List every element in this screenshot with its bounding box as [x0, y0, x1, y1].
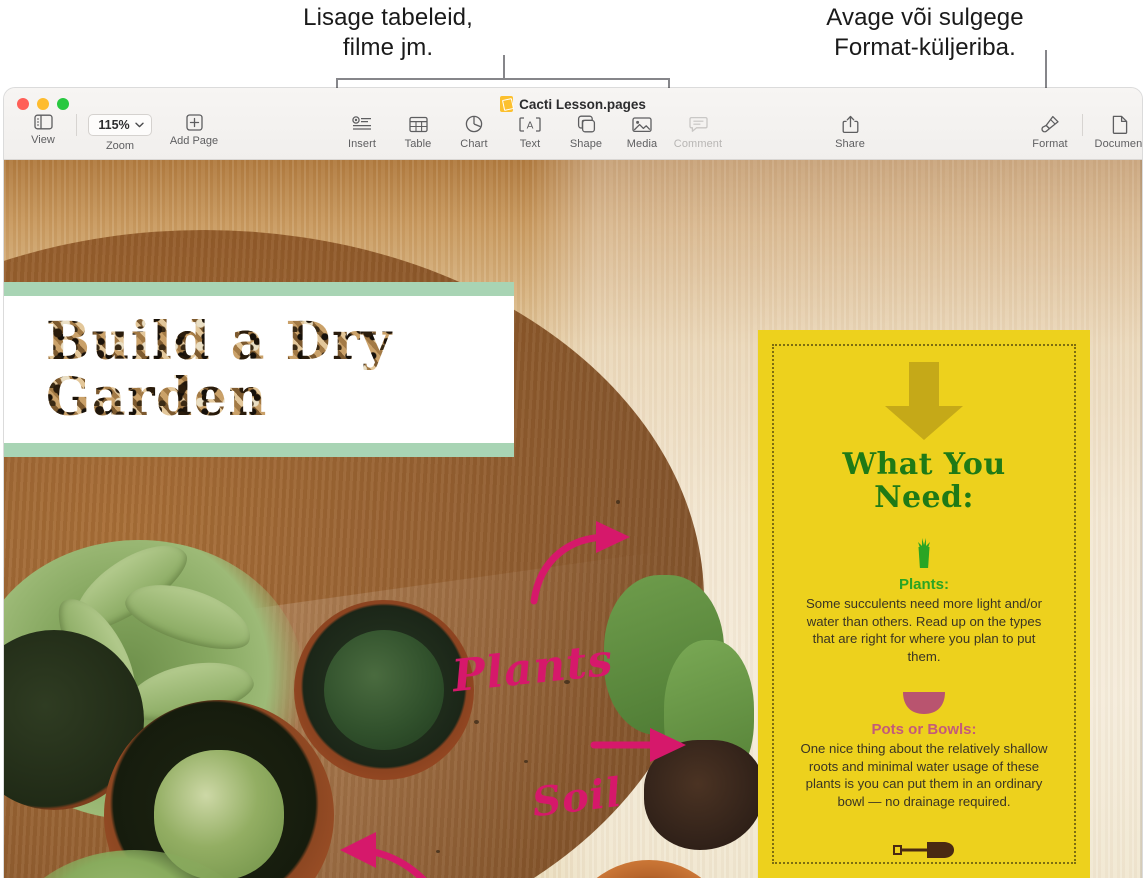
plus-box-icon	[185, 114, 203, 131]
shape-button[interactable]: Shape	[558, 114, 614, 150]
comment-icon	[688, 114, 708, 134]
document-title-block[interactable]: Build a Dry Garden	[4, 282, 514, 457]
need-heading-pots: Pots or Bowls:	[871, 721, 977, 738]
callout-format-label: Avage või sulgege Format-küljeriba.	[826, 4, 1024, 61]
need-item-plants: Plants: Some succulents need more light …	[796, 536, 1052, 665]
shape-label: Shape	[569, 138, 603, 150]
text-label: Text	[519, 138, 541, 150]
add-page-button[interactable]: Add Page	[157, 114, 231, 147]
insert-button[interactable]: Insert	[334, 114, 390, 150]
table-label: Table	[404, 138, 432, 150]
soil-speck	[616, 500, 620, 504]
insert-icon	[352, 114, 372, 134]
chart-icon	[465, 114, 483, 134]
format-label: Format	[1032, 138, 1068, 150]
table-icon	[408, 114, 428, 134]
chevron-down-icon	[134, 122, 144, 128]
media-button[interactable]: Media	[614, 114, 670, 150]
cactus-icon	[796, 536, 1052, 570]
document-label: Document	[1094, 138, 1142, 150]
need-body-pots: One nice thing about the relatively shal…	[800, 741, 1048, 809]
toolbar-divider-right	[1082, 114, 1083, 136]
soil-speck	[524, 760, 528, 763]
add-page-label: Add Page	[169, 135, 219, 147]
toolbar-right-group: Format Document	[1022, 114, 1142, 150]
document-title-line-2: Garden	[46, 369, 514, 426]
media-label: Media	[626, 138, 658, 150]
down-arrow-icon	[885, 362, 963, 440]
svg-text:A: A	[527, 120, 534, 131]
paintbrush-icon	[1040, 114, 1060, 134]
zoom-control[interactable]: 115% Zoom	[83, 114, 157, 152]
need-body-plants: Some succulents need more light and/or w…	[805, 596, 1043, 664]
annotation-plants-arrow	[530, 521, 630, 605]
trowel-icon	[796, 826, 1052, 860]
window-title-text: Cacti Lesson.pages	[519, 96, 646, 112]
document-title-inner: Build a Dry Garden	[4, 296, 514, 443]
callout-insert-stem	[503, 55, 505, 79]
view-label: View	[31, 134, 55, 146]
soil-speck	[474, 720, 479, 724]
media-icon	[632, 114, 652, 134]
toolbar: Cacti Lesson.pages View 115% Zoom Add Pa…	[4, 88, 1142, 160]
pages-document-icon	[500, 96, 514, 112]
comment-label: Comment	[673, 138, 723, 150]
table-button[interactable]: Table	[390, 114, 446, 150]
annotation-soil-arrow	[590, 728, 686, 762]
callout-insert-label: Lisage tabeleid, filme jm.	[303, 4, 473, 61]
zoom-popup-button[interactable]: 115%	[88, 114, 152, 136]
document-title-line-1: Build a Dry	[46, 313, 514, 370]
chart-label: Chart	[460, 138, 488, 150]
cactus-photo	[324, 630, 444, 750]
toolbar-center-group: Insert Table Chart A Text Shape Media Co…	[334, 114, 726, 150]
need-item-pots: Pots or Bowls: One nice thing about the …	[796, 681, 1052, 810]
toolbar-left-group: View 115% Zoom Add Page	[16, 114, 231, 152]
document-icon	[1112, 114, 1128, 134]
what-you-need-box[interactable]: What You Need: Plants: Some succulents n…	[758, 330, 1090, 878]
zoom-value: 115%	[98, 118, 130, 132]
document-canvas[interactable]: Build a Dry Garden Plants Soil Bowls	[4, 160, 1142, 878]
pages-app-window: Cacti Lesson.pages View 115% Zoom Add Pa…	[4, 88, 1142, 878]
toolbar-share-group: Share	[822, 114, 878, 150]
toolbar-divider	[76, 114, 77, 136]
document-button[interactable]: Document	[1087, 114, 1142, 150]
need-item-soil: Soil: If you've been in the desert, you …	[796, 826, 1052, 862]
window-title-bar: Cacti Lesson.pages	[4, 96, 1142, 112]
what-you-need-inner: What You Need: Plants: Some succulents n…	[772, 344, 1076, 864]
shape-icon	[577, 114, 596, 134]
chart-button[interactable]: Chart	[446, 114, 502, 150]
share-button[interactable]: Share	[822, 114, 878, 150]
text-box-icon: A	[519, 114, 541, 134]
format-button[interactable]: Format	[1022, 114, 1078, 150]
sidebar-icon	[33, 114, 53, 130]
view-button[interactable]: View	[16, 114, 70, 146]
need-heading-plants: Plants:	[898, 576, 949, 593]
window-right-edge	[1140, 160, 1142, 878]
share-icon	[842, 114, 859, 134]
comment-button[interactable]: Comment	[670, 114, 726, 150]
zoom-label: Zoom	[105, 140, 135, 152]
screenshot-root: Lisage tabeleid, filme jm. Avage või sul…	[0, 0, 1146, 878]
bowl-icon	[796, 681, 1052, 715]
what-you-need-title: What You Need:	[842, 447, 1006, 515]
annotation-bowls-arrow	[340, 832, 427, 878]
share-label: Share	[835, 138, 865, 150]
text-button[interactable]: A Text	[502, 114, 558, 150]
insert-label: Insert	[347, 138, 377, 150]
